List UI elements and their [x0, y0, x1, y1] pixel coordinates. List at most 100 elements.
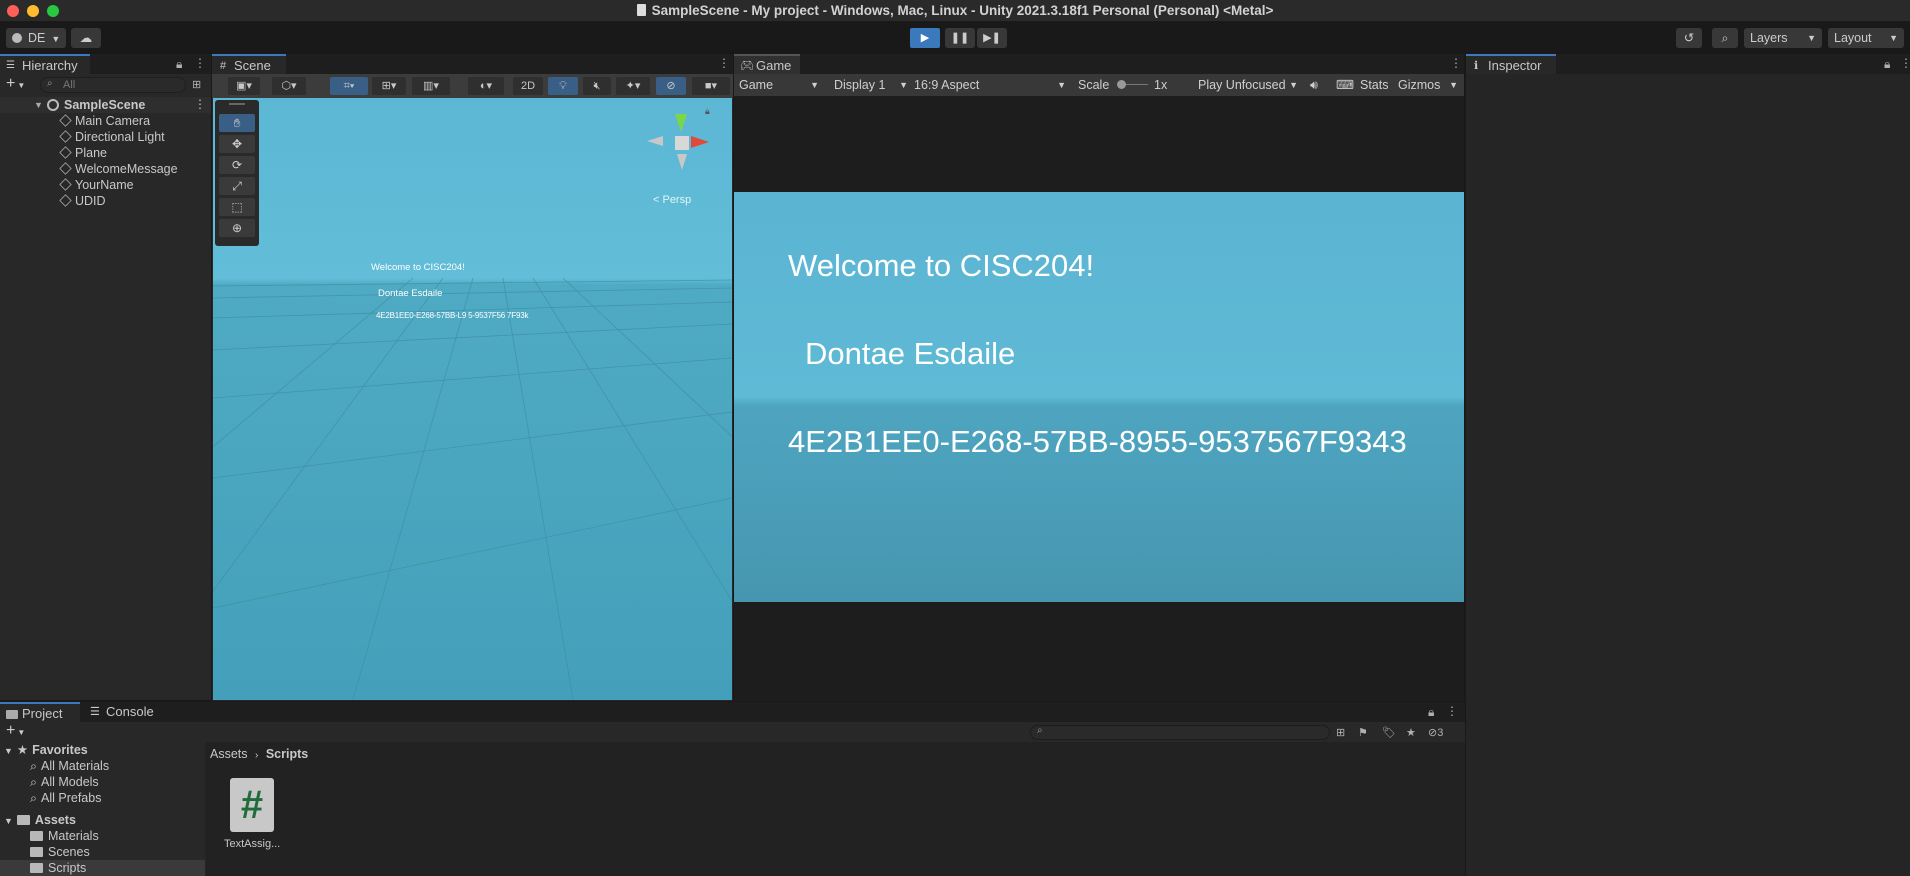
breadcrumb-scripts[interactable]: Scripts	[266, 747, 308, 761]
csharp-script-icon: #	[230, 778, 274, 832]
camera-dropdown[interactable]: ■▾	[692, 77, 730, 95]
effects-dropdown[interactable]: ✦▾	[616, 77, 650, 95]
scene-name-text[interactable]: Dontae Esdaile	[378, 288, 442, 299]
y-axis-cone[interactable]	[675, 114, 687, 132]
more-options-icon[interactable]: ⋮	[1450, 56, 1462, 70]
play-mode-select[interactable]: Play Unfocused ▼	[1198, 74, 1302, 96]
scene-welcome-text[interactable]: Welcome to CISC204!	[371, 262, 465, 273]
lock-icon[interactable]: 🔒︎	[1884, 57, 1890, 72]
favorite-star-icon[interactable]: ★	[1406, 726, 1416, 739]
lock-icon[interactable]: 🔒︎	[176, 57, 182, 72]
draw-mode-dropdown[interactable]: ▣▾	[228, 77, 260, 95]
folder-icon	[30, 863, 43, 873]
hierarchy-item-your-name[interactable]: YourName	[59, 177, 134, 193]
shading-dropdown[interactable]: ◐▾	[468, 77, 504, 95]
snap-increment-dropdown[interactable]: ⊞▾	[372, 77, 406, 95]
more-options-icon[interactable]: ⋮	[1446, 704, 1458, 718]
folder-materials[interactable]: Materials	[30, 828, 99, 844]
tab-hierarchy[interactable]: ☰ Hierarchy	[0, 54, 90, 74]
hierarchy-search-input[interactable]: ⌕ All	[40, 77, 186, 93]
step-button[interactable]: ▶❚	[977, 28, 1007, 48]
hidden-packages-toggle[interactable]: ⊘3	[1428, 726, 1443, 739]
tab-scene[interactable]: # Scene	[212, 54, 286, 74]
hierarchy-item-directional-light[interactable]: Directional Light	[59, 129, 165, 145]
search-scope-icon[interactable]: ⊞	[192, 78, 201, 91]
add-object-button[interactable]: + ▼	[6, 75, 25, 93]
toggle-2d-button[interactable]: 2D	[513, 77, 543, 95]
favorite-all-materials[interactable]: ⌕ All Materials	[30, 758, 109, 774]
orientation-gizmo[interactable]: 🔒︎	[633, 106, 723, 188]
create-asset-button[interactable]: + ▼	[6, 722, 25, 740]
assets-section[interactable]: ▼ Assets	[4, 812, 76, 828]
transform-tool-button[interactable]: ⊕	[219, 219, 255, 237]
undo-history-button[interactable]: ↺	[1676, 28, 1702, 48]
chevron-down-icon: ▼	[1289, 80, 1298, 90]
rotate-tool-button[interactable]: ⟳	[219, 156, 255, 174]
tab-inspector[interactable]: ℹ Inspector	[1466, 54, 1556, 74]
more-options-icon[interactable]: ⋮	[194, 56, 206, 70]
play-button[interactable]: ▶	[910, 28, 940, 48]
hierarchy-item-udid[interactable]: UDID	[59, 193, 106, 209]
hierarchy-item-welcome-message[interactable]: WelcomeMessage	[59, 161, 178, 177]
account-dropdown[interactable]: DE ▼	[6, 28, 66, 48]
more-options-icon[interactable]: ⋮	[194, 97, 206, 111]
more-options-icon[interactable]: ⋮	[1900, 56, 1910, 70]
scene-view-toolbar: ▣▾ ⬡▾ ⌗▾ ⊞▾ ▥▾ ◐▾ 2D 💡︎ 🔇︎ ✦▾ ⊘ ■▾	[212, 74, 733, 98]
search-button[interactable]: ⌕	[1712, 28, 1738, 48]
drag-handle[interactable]	[229, 103, 245, 105]
object-dropdown[interactable]: ⬡▾	[272, 77, 306, 95]
hierarchy-item-plane[interactable]: Plane	[59, 145, 107, 161]
lock-icon[interactable]: 🔒︎	[705, 106, 710, 117]
game-viewport[interactable]: Welcome to CISC204! Dontae Esdaile 4E2B1…	[734, 192, 1464, 602]
breadcrumb-assets[interactable]: Assets	[210, 747, 248, 761]
folder-open-icon	[16, 815, 30, 825]
view-select[interactable]: Game ▼	[739, 74, 823, 96]
gizmos-dropdown[interactable]: Gizmos ▼	[1398, 74, 1460, 96]
rect-tool-button[interactable]: ⬚	[219, 198, 255, 216]
visibility-off-icon: ⊘	[1428, 727, 1438, 739]
scale-slider-thumb[interactable]	[1117, 80, 1126, 89]
layers-dropdown[interactable]: Layers ▼	[1744, 28, 1822, 48]
negative-x-cone[interactable]	[647, 136, 663, 146]
more-options-icon[interactable]: ⋮	[718, 56, 730, 70]
lock-icon[interactable]: 🔒︎	[1428, 705, 1434, 720]
x-axis-cone[interactable]	[691, 136, 709, 148]
grid-snap-dropdown[interactable]: ⌗▾	[330, 77, 368, 95]
tab-game[interactable]: 🎮︎ Game	[734, 54, 800, 74]
hierarchy-item-main-camera[interactable]: Main Camera	[59, 113, 150, 129]
center-cube[interactable]	[675, 136, 689, 150]
favorite-all-prefabs[interactable]: ⌕ All Prefabs	[30, 790, 101, 806]
cloud-button[interactable]: ☁	[71, 28, 101, 48]
search-scope-icon[interactable]: ⊞	[1336, 726, 1345, 739]
audio-toggle[interactable]: 🔇︎	[583, 77, 611, 95]
tab-console[interactable]: ☰ Console	[84, 702, 164, 722]
move-tool-button[interactable]: ✥	[219, 135, 255, 153]
stats-button[interactable]: Stats	[1360, 74, 1394, 96]
scale-tool-button[interactable]: ⤢	[219, 177, 255, 195]
favorites-section[interactable]: ▼ ★ Favorites	[4, 742, 88, 758]
hand-tool-button[interactable]: ✋︎	[219, 114, 255, 132]
folder-scenes[interactable]: Scenes	[30, 844, 90, 860]
scene-udid-text[interactable]: 4E2B1EE0-E268-57BB-L9 5-9537F56 7F93k	[376, 311, 528, 320]
filter-type-icon[interactable]: ⚑	[1358, 726, 1368, 739]
folder-scripts[interactable]: Scripts	[0, 860, 205, 876]
label-tag-icon[interactable]: 🏷︎	[1382, 726, 1396, 739]
scene-viewport[interactable]: Welcome to CISC204! Dontae Esdaile 4E2B1…	[213, 98, 732, 700]
negative-y-cone[interactable]	[677, 154, 687, 170]
asset-item-textassig[interactable]: # TextAssig...	[224, 778, 280, 854]
aspect-select[interactable]: 16:9 Aspect ▼	[914, 74, 1070, 96]
favorite-all-models[interactable]: ⌕ All Models	[30, 774, 99, 790]
hidden-objects-toggle[interactable]: ⊘	[656, 77, 686, 95]
mute-audio-button[interactable]: 🔊︎	[1310, 74, 1330, 96]
pause-button[interactable]: ❚❚	[945, 28, 975, 48]
keyboard-shortcuts-button[interactable]: ⌨	[1336, 74, 1356, 96]
lighting-toggle[interactable]: 💡︎	[548, 77, 578, 95]
projection-label[interactable]: < Persp	[653, 194, 691, 206]
tab-project[interactable]: Project	[0, 702, 80, 722]
scene-row[interactable]: ▼ SampleScene ⋮	[0, 97, 211, 113]
grid-visibility-dropdown[interactable]: ▥▾	[412, 77, 450, 95]
display-select[interactable]: Display 1 ▼	[834, 74, 912, 96]
layout-dropdown[interactable]: Layout ▼	[1828, 28, 1904, 48]
project-search-input[interactable]: ⌕	[1030, 725, 1330, 740]
play-icon: ▶	[920, 32, 930, 44]
